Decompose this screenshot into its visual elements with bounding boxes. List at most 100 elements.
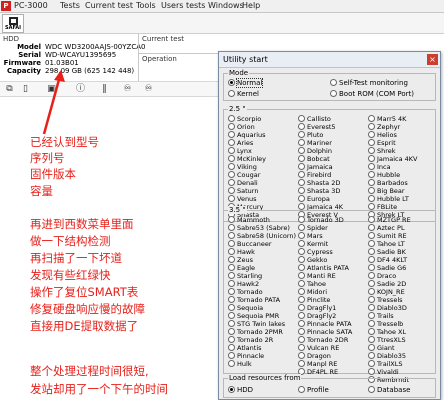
family-radio[interactable]: Sadie G6 <box>368 264 411 272</box>
family-radio[interactable]: Atlantis <box>228 344 296 352</box>
binoculars-icon[interactable]: ♾ <box>122 84 133 95</box>
family-radio[interactable]: Zephyr <box>368 123 418 131</box>
logo-button[interactable]: SAFAI <box>2 14 24 33</box>
family-radio[interactable]: Bobcat <box>298 155 343 163</box>
family-radio[interactable]: Vivaldi <box>368 368 411 376</box>
family-radio[interactable]: Tornado 2DR <box>298 336 352 344</box>
family-radio[interactable]: DF4 4KLT <box>368 256 411 264</box>
family-radio[interactable]: Venus <box>228 195 266 203</box>
family-radio[interactable]: Sequoia <box>228 304 296 312</box>
info-icon[interactable]: ⓘ <box>75 84 86 95</box>
family-radio[interactable]: Tornado <box>228 288 296 296</box>
mode-self-test-radio[interactable]: Self-Test monitoring <box>330 79 408 87</box>
family-radio[interactable]: Pinnacle SATA <box>298 328 352 336</box>
family-radio[interactable]: Giant <box>368 344 411 352</box>
load-database-radio[interactable]: Database <box>368 386 410 394</box>
family-radio[interactable]: Everest5 <box>298 123 343 131</box>
family-radio[interactable]: Sabre53 (Sabre) <box>228 224 296 232</box>
family-radio[interactable]: Hawk2 <box>228 280 296 288</box>
family-radio[interactable]: Aquarius <box>228 131 266 139</box>
family-radio[interactable]: Mars <box>298 232 352 240</box>
family-radio[interactable]: KOJN_RE <box>368 288 411 296</box>
family-radio[interactable]: Viking <box>228 163 266 171</box>
family-radio[interactable]: Sadie 2D <box>368 280 411 288</box>
family-radio[interactable]: Sequoia PMR <box>228 312 296 320</box>
load-profile-radio[interactable]: Profile <box>298 386 329 394</box>
family-radio[interactable]: Shrek <box>368 147 418 155</box>
family-radio[interactable]: Tressels <box>368 296 411 304</box>
family-radio[interactable]: Tornado 2R <box>228 336 296 344</box>
close-button[interactable]: × <box>427 54 438 65</box>
menu-current-test[interactable]: Current test <box>85 1 133 10</box>
family-radio[interactable]: Cougar <box>228 171 266 179</box>
family-radio[interactable]: Diablo35 <box>368 352 411 360</box>
family-radio[interactable]: Big Bear <box>368 187 418 195</box>
family-radio[interactable]: Pinclite <box>298 296 352 304</box>
mode-normal-radio[interactable]: Normal <box>228 78 264 88</box>
family-radio[interactable]: Helios <box>368 131 418 139</box>
family-radio[interactable]: Atlantis PATA <box>298 264 352 272</box>
family-radio[interactable]: Shasta 3D <box>298 187 343 195</box>
family-radio[interactable]: Draco <box>368 272 411 280</box>
family-radio[interactable]: Zeus <box>228 256 296 264</box>
family-radio[interactable]: Tornado PATA <box>228 296 296 304</box>
family-radio[interactable]: Eagle <box>228 264 296 272</box>
family-radio[interactable]: Jamaica 4KV <box>368 155 418 163</box>
family-radio[interactable]: Denali <box>228 179 266 187</box>
family-radio[interactable]: Diablo3D <box>368 304 411 312</box>
family-radio[interactable]: Scorpio <box>228 115 266 123</box>
load-hdd-radio[interactable]: HDD <box>228 386 253 394</box>
pause-icon[interactable]: ‖ <box>99 84 110 95</box>
family-radio[interactable]: Shasta 2D <box>298 179 343 187</box>
family-radio[interactable]: Saturn <box>228 187 266 195</box>
family-radio[interactable]: Hubble LT <box>368 195 418 203</box>
family-radio[interactable]: Callisto <box>298 115 343 123</box>
family-radio[interactable]: Firebird <box>298 171 343 179</box>
family-radio[interactable]: Aztec PL <box>368 224 411 232</box>
family-radio[interactable]: Dragon <box>298 352 352 360</box>
family-radio[interactable]: Mariner <box>298 139 343 147</box>
family-radio[interactable]: Spider <box>298 224 352 232</box>
family-radio[interactable]: DragFly1 <box>298 304 352 312</box>
family-radio[interactable]: Marr5 4K <box>368 115 418 123</box>
menu-tests[interactable]: Tests <box>60 1 80 10</box>
menu-tools[interactable]: Tools <box>136 1 156 10</box>
family-radio[interactable]: Orion <box>228 123 266 131</box>
menu-windows[interactable]: Windows <box>208 1 244 10</box>
family-radio[interactable]: Tornado 2PMR <box>228 328 296 336</box>
family-radio[interactable]: Pinnacle PATA <box>298 320 352 328</box>
family-radio[interactable]: Vulcan RE <box>298 344 352 352</box>
family-radio[interactable]: Jamaica <box>298 163 343 171</box>
family-radio[interactable]: Sabre58 (Unicorn) <box>228 232 296 240</box>
family-radio[interactable]: Hulk <box>228 360 296 368</box>
family-radio[interactable]: Pluto <box>298 131 343 139</box>
binoculars-alt-icon[interactable]: ♾ <box>143 84 154 95</box>
menu-help[interactable]: Help <box>242 1 260 10</box>
family-radio[interactable]: Trails <box>368 312 411 320</box>
family-radio[interactable]: Sumit RE <box>368 232 411 240</box>
family-radio[interactable]: Inca <box>368 163 418 171</box>
family-radio[interactable]: Tahoe XL <box>368 328 411 336</box>
family-radio[interactable]: TrailXLS <box>368 360 411 368</box>
family-radio[interactable]: Mammoth <box>228 216 296 224</box>
family-radio[interactable]: STG Twin lakes <box>228 320 296 328</box>
copy-icon[interactable]: ⧉ <box>4 84 15 95</box>
family-radio[interactable]: DF4PL RE <box>298 368 352 376</box>
family-radio[interactable]: Pinnacle <box>228 352 296 360</box>
family-radio[interactable]: Tornado 3D <box>298 216 352 224</box>
family-radio[interactable]: Sadie BK <box>368 248 411 256</box>
family-radio[interactable]: Barbados <box>368 179 418 187</box>
family-radio[interactable]: Tahoe LT <box>368 240 411 248</box>
family-radio[interactable]: MZTGP RE <box>368 216 411 224</box>
family-radio[interactable]: McKinley <box>228 155 266 163</box>
family-radio[interactable]: Midori <box>298 288 352 296</box>
family-radio[interactable]: Gekko <box>298 256 352 264</box>
mode-kernel-radio[interactable]: Kernel <box>228 90 259 98</box>
family-radio[interactable]: Dolphin <box>298 147 343 155</box>
menu-users-tests[interactable]: Users tests <box>161 1 205 10</box>
family-radio[interactable]: Europa <box>298 195 343 203</box>
family-radio[interactable]: Tresselb <box>368 320 411 328</box>
family-radio[interactable]: Manpl RE <box>298 360 352 368</box>
family-radio[interactable]: Starling <box>228 272 296 280</box>
family-radio[interactable]: Esprit <box>368 139 418 147</box>
